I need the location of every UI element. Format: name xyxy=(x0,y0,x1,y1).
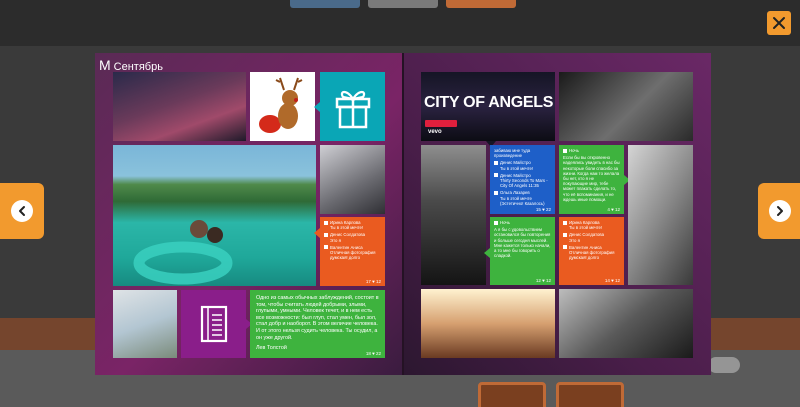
comment: Ирина Карлова Ты в этой мечте! xyxy=(563,220,620,230)
comments-card-right[interactable]: Ирина Карлова Ты в этой мечте! Денис Солд… xyxy=(559,217,624,285)
comment: Ирина Карлова Ты в этой мечте! xyxy=(324,220,381,230)
float-illustration xyxy=(133,220,233,285)
likes-counter: 18 ♥ 22 xyxy=(365,351,381,356)
photobook-spread: M Сентябрь Ирина Карлова Ты в этой мечте… xyxy=(95,53,711,375)
likes-counter: 4 ♥ 12 xyxy=(607,207,620,212)
background-tab xyxy=(446,0,516,8)
month-letter: M xyxy=(99,57,111,73)
notebook-tile[interactable] xyxy=(181,290,246,358)
comments-tail xyxy=(314,228,320,238)
close-x-icon xyxy=(773,17,785,29)
video-city-of-angels[interactable]: CITY OF ANGELS vevo xyxy=(421,72,555,141)
item-text: Thirty Seconds To Mars - City Of Angels … xyxy=(500,178,548,189)
likes-counter: 14 ♥ 12 xyxy=(604,278,620,283)
photo-man[interactable] xyxy=(421,145,486,285)
playlist-item: Ольга Лазарев Ты в этой мечте (Эстетично!… xyxy=(494,190,551,206)
background-tile xyxy=(556,382,624,407)
playlist-card[interactable]: забиваю мне туда произведение Денис Майс… xyxy=(490,145,555,214)
item-text: Ты в этой мечте! xyxy=(500,165,534,171)
video-title: CITY OF ANGELS xyxy=(424,94,554,111)
photo-woman-sunlight[interactable] xyxy=(421,289,555,358)
note-title: Ночь xyxy=(500,220,510,225)
gift-tail xyxy=(314,102,320,112)
comment: Валентин Аниса Отличная фотография думска… xyxy=(324,245,381,261)
month-heading: M Сентябрь xyxy=(99,57,163,73)
avatar-icon xyxy=(494,173,498,178)
notebook-icon xyxy=(200,305,227,343)
vevo-label: vevo xyxy=(428,129,442,135)
item-text: Ты в этой мечте (Эстетично! Казалось) xyxy=(500,195,545,206)
avatar-icon xyxy=(494,190,498,195)
photo-bw-woman[interactable] xyxy=(628,145,693,285)
card-lead-text: забиваю мне туда произведение xyxy=(494,148,531,159)
photo-sea-float[interactable] xyxy=(113,145,316,286)
avatar-icon xyxy=(563,245,567,250)
left-page: M Сентябрь Ирина Карлова Ты в этой мечте… xyxy=(95,53,403,375)
avatar-icon xyxy=(494,160,498,165)
quote-author: Лев Толстой xyxy=(256,345,287,352)
note-text: А я бы с удовольствием остановился бы по… xyxy=(494,227,551,259)
photo-reindeer[interactable] xyxy=(250,72,315,141)
photo-gift[interactable] xyxy=(320,72,385,141)
right-page: CITY OF ANGELS vevo забиваю мне туда про… xyxy=(404,53,711,375)
comment-text: Это я xyxy=(569,237,580,243)
vevo-badge: vevo xyxy=(425,120,457,135)
chevron-left-icon xyxy=(11,200,33,222)
note-text: Если бы вы откровенно надеялись увидеть … xyxy=(563,155,620,202)
comment: Денис Солдатова Это я xyxy=(563,232,620,243)
note-tail xyxy=(484,248,490,258)
note-card-top[interactable]: Ночь Если бы вы откровенно надеялись уви… xyxy=(559,145,624,214)
card-lead: забиваю мне туда произведение xyxy=(494,148,551,158)
comment-text: Ты в этой мечте! xyxy=(330,225,364,231)
avatar-icon xyxy=(563,220,567,225)
close-button[interactable] xyxy=(767,11,791,35)
playlist-item: Денис Майстро Ты в этой мечте! xyxy=(494,160,551,171)
background-tab xyxy=(368,0,438,8)
background-tab xyxy=(290,0,360,8)
photo-girl-portrait[interactable] xyxy=(320,145,385,214)
reindeer-illustration xyxy=(259,77,303,133)
background-pill xyxy=(708,357,740,373)
avatar-icon xyxy=(324,220,328,225)
background-tile xyxy=(478,382,546,407)
photo-bw-frames[interactable] xyxy=(559,72,693,141)
quote-text: Одно из самых обычных заблуждений, состо… xyxy=(256,295,379,341)
likes-counter: 12 ♥ 12 xyxy=(535,278,551,283)
note-header: Ночь xyxy=(494,220,551,225)
photo-girl-hat[interactable] xyxy=(113,290,177,358)
avatar-icon xyxy=(324,232,328,237)
likes-counter: 17 ♥ 12 xyxy=(365,279,381,284)
comment-text: Отличная фотография думская! долго xyxy=(330,250,376,261)
previous-page-button[interactable] xyxy=(0,183,44,239)
chevron-right-icon xyxy=(769,200,791,222)
comment-text: Отличная фотография думская! долго xyxy=(569,250,615,261)
playlist-item: Денис Майстро Thirty Seconds To Mars - Ci… xyxy=(494,173,551,189)
next-page-button[interactable] xyxy=(758,183,800,239)
note-icon xyxy=(563,148,567,153)
comment-text: Ты в этой мечте! xyxy=(569,225,603,231)
likes-counter: 15 ♥ 22 xyxy=(535,207,551,212)
note-header: Ночь xyxy=(563,148,620,153)
photo-party[interactable] xyxy=(113,72,246,141)
comment: Валентин Аниса Отличная фотография думска… xyxy=(563,245,620,261)
background-header xyxy=(0,0,800,46)
quote-card[interactable]: Одно из самых обычных заблуждений, состо… xyxy=(250,290,385,358)
note-card-bottom[interactable]: Ночь А я бы с удовольствием остановился … xyxy=(490,217,555,285)
note-icon xyxy=(494,220,498,225)
comment-text: Это я xyxy=(330,237,341,243)
comment: Денис Солдатова Это я xyxy=(324,232,381,243)
photo-bw-couple[interactable] xyxy=(559,289,693,358)
avatar-icon xyxy=(324,245,328,250)
avatar-icon xyxy=(563,232,567,237)
comments-card-left[interactable]: Ирина Карлова Ты в этой мечте! Денис Солд… xyxy=(320,217,385,286)
note-title: Ночь xyxy=(569,148,579,153)
gift-icon xyxy=(335,90,370,128)
